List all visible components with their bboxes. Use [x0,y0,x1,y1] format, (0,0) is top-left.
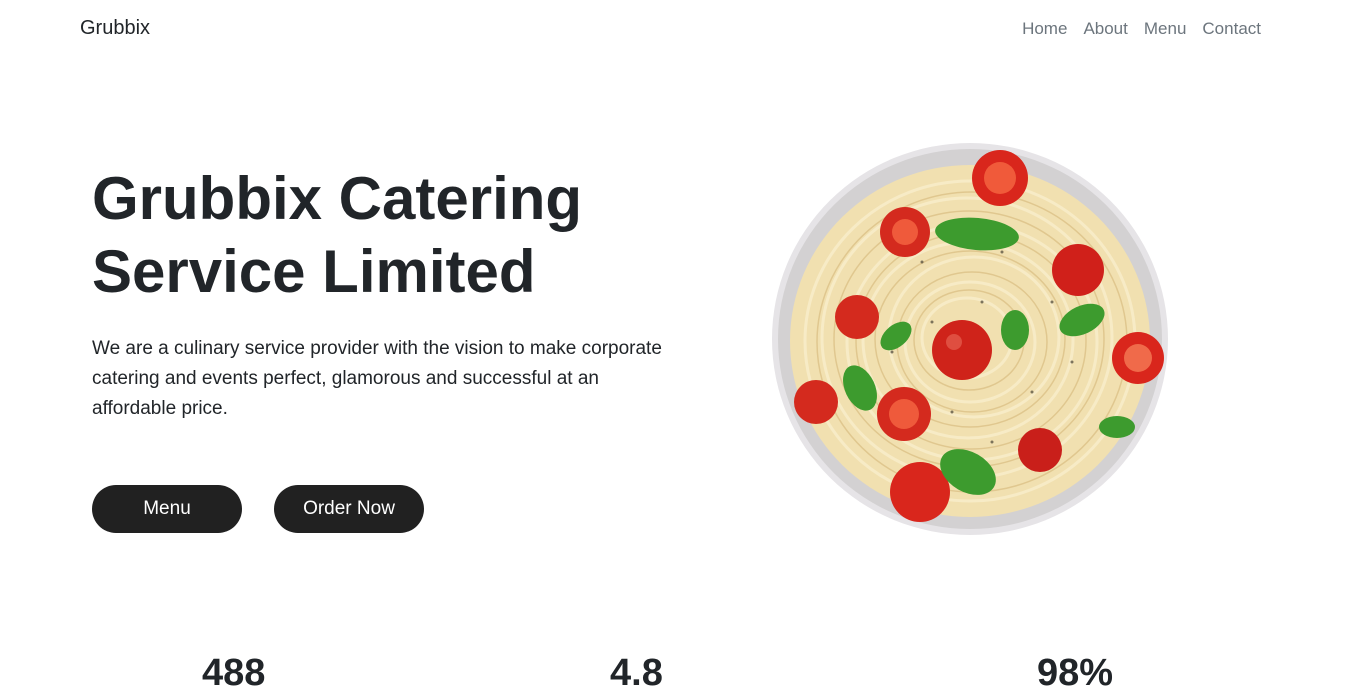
menu-button[interactable]: Menu [92,485,242,533]
nav-item-about: About [1083,19,1127,39]
order-now-button[interactable]: Order Now [274,485,424,533]
nav-link-home[interactable]: Home [1022,19,1067,38]
hero-description: We are a culinary service provider with … [92,338,662,419]
nav-link-contact[interactable]: Contact [1202,19,1261,38]
nav-link-about[interactable]: About [1083,19,1127,38]
nav-links: Home About Menu Contact [1022,19,1261,39]
hero-title: Grubbix Catering Service Limited [92,162,692,308]
brand-logo[interactable]: Grubbix [80,17,150,40]
stat-value: 488 [202,652,266,694]
nav-item-contact: Contact [1202,19,1261,39]
stat-value: 98% [1037,652,1114,694]
hero-title-line-1: Grubbix Catering [92,165,583,232]
pasta-dish-image [772,143,1168,535]
hero-title-line-2: Service Limited [92,238,536,305]
navbar: Grubbix Home About Menu Contact [0,0,1349,60]
nav-link-menu[interactable]: Menu [1144,19,1187,38]
nav-item-home: Home [1022,19,1067,39]
nav-item-menu: Menu [1144,19,1187,39]
stat-value: 4.8 [610,652,663,694]
